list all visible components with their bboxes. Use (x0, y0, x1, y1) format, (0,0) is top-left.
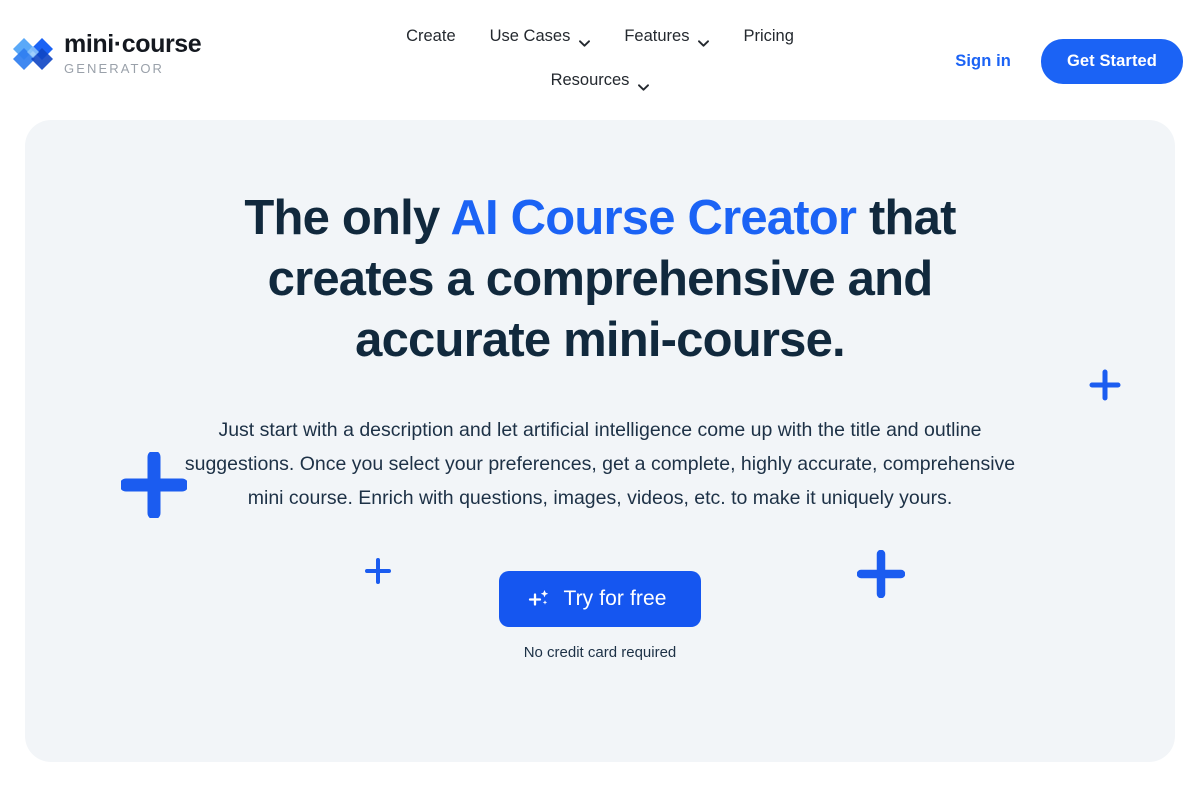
try-for-free-label: Try for free (563, 587, 667, 610)
nav-item-create[interactable]: Create (389, 24, 473, 49)
plus-decoration-small-top-right (1088, 368, 1122, 402)
nav-item-label: Create (406, 27, 456, 45)
sparkle-plus-icon (527, 587, 551, 611)
try-for-free-button[interactable]: Try for free (499, 571, 701, 627)
headline-part-1: The only (244, 191, 451, 245)
headline-accent: AI Course Creator (450, 191, 857, 245)
nav-item-label: Features (624, 27, 690, 45)
chevron-down-icon (579, 33, 591, 47)
nav-item-label: Use Cases (489, 27, 571, 45)
site-header: mini·course GENERATOR Create Use Cases F… (0, 0, 1200, 110)
nav-item-use-cases[interactable]: Use Cases (473, 24, 608, 49)
chevron-down-icon (698, 33, 710, 47)
nav-item-label: Pricing (743, 27, 794, 45)
get-started-button[interactable]: Get Started (1040, 39, 1183, 84)
nav-item-resources[interactable]: Resources (340, 68, 860, 93)
nav-item-label: Resources (550, 71, 630, 89)
page-title: The only AI Course Creator that creates … (190, 188, 1010, 371)
plus-decoration-small-center (364, 557, 392, 585)
hero-description: Just start with a description and let ar… (184, 419, 1016, 509)
chevron-down-icon (638, 77, 650, 91)
brand-logo-link[interactable]: mini·course GENERATOR (12, 30, 202, 76)
cta-note: No credit card required (523, 644, 677, 661)
nav-item-pricing[interactable]: Pricing (726, 24, 810, 49)
brand-name: mini·course (64, 30, 202, 58)
header-actions: Sign in Get Started (955, 39, 1183, 84)
hero-card: The only AI Course Creator that creates … (25, 120, 1175, 762)
plus-decoration-medium-right (857, 550, 905, 598)
nav-item-features[interactable]: Features (607, 24, 726, 49)
hero-cta-group: Try for free No credit card required (499, 571, 701, 661)
minicourse-diamond-logo-icon (12, 34, 54, 74)
sign-in-link[interactable]: Sign in (955, 52, 1011, 71)
brand-tagline: GENERATOR (64, 61, 165, 76)
main-navigation: Create Use Cases Features Pricing Resour… (340, 24, 860, 93)
